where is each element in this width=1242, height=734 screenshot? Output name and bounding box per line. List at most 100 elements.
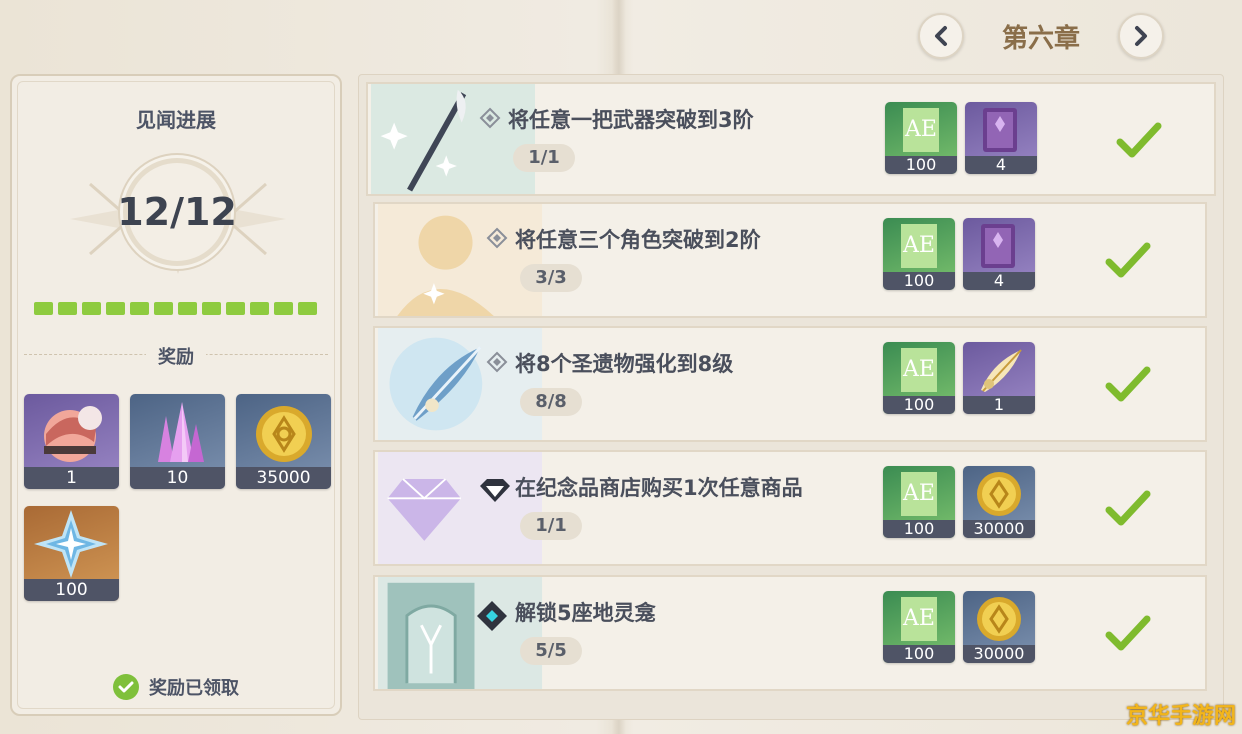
diamond-bullet-icon — [486, 351, 508, 373]
svg-text:AE: AE — [902, 481, 935, 506]
crystal-icon — [158, 402, 204, 462]
reward-qty: 35000 — [236, 467, 331, 489]
checkmark-icon — [1116, 122, 1162, 158]
artifact-feather-banner — [377, 328, 543, 440]
task-progress: 5/5 — [520, 637, 582, 665]
adventure-exp-icon: AE — [901, 348, 937, 392]
progress-segment — [154, 302, 173, 315]
adventure-exp-icon: AE — [903, 108, 939, 152]
reward-qty: 30000 — [963, 645, 1035, 663]
gem-bullet-icon — [480, 479, 510, 502]
reward-qty: 4 — [965, 156, 1037, 174]
chevron-right-icon — [1135, 26, 1147, 46]
svg-text:AE: AE — [902, 357, 935, 382]
reward-qty: 100 — [883, 520, 955, 538]
hero-wit-book-icon — [981, 224, 1015, 268]
task-row[interactable]: 将任意三个角色突破到2阶 3/3 AE 100 4 — [373, 202, 1207, 318]
progress-segment — [274, 302, 293, 315]
reward-qty: 100 — [883, 272, 955, 290]
task-reward[interactable]: 30000 — [963, 591, 1035, 663]
rewards-label: 奖励 — [146, 347, 206, 368]
checkmark-icon — [1105, 490, 1151, 526]
progress-segment — [298, 302, 317, 315]
progress-segment — [202, 302, 221, 315]
task-reward[interactable]: 30000 — [963, 466, 1035, 538]
adventure-exp-icon: AE — [901, 224, 937, 268]
checkmark-icon — [1105, 366, 1151, 402]
mora-coin-icon — [256, 406, 312, 462]
task-reward[interactable]: 1 — [963, 342, 1035, 414]
adventure-exp-icon: AE — [901, 472, 937, 516]
svg-text:AE: AE — [904, 117, 937, 142]
reward-qty: 100 — [883, 396, 955, 414]
primogem-icon — [34, 510, 108, 578]
task-row[interactable]: 解锁5座地灵龛 5/5 AE 100 30000 — [373, 575, 1207, 691]
task-reward[interactable]: AE 100 — [883, 591, 955, 663]
task-description: 解锁5座地灵龛 — [515, 601, 656, 625]
task-description: 将8个圣遗物强化到8级 — [515, 352, 734, 376]
chevron-left-icon — [935, 26, 947, 46]
task-row[interactable]: 将8个圣遗物强化到8级 8/8 AE 100 1 — [373, 326, 1207, 442]
progress-segment — [82, 302, 101, 315]
progress-segment — [34, 302, 53, 315]
task-description: 将任意三个角色突破到2阶 — [515, 228, 761, 252]
reward-qty: 30000 — [963, 520, 1035, 538]
next-chapter-button[interactable] — [1118, 13, 1164, 59]
reward-item[interactable]: 100 — [24, 506, 119, 601]
adventure-exp-icon: AE — [901, 597, 937, 641]
diamond-bullet-icon — [479, 107, 501, 129]
progress-bar — [34, 302, 317, 315]
reward-qty: 100 — [24, 579, 119, 601]
weapon-staff-banner — [370, 84, 536, 194]
hero-wit-book-icon — [983, 108, 1017, 152]
reward-qty: 100 — [883, 645, 955, 663]
checkmark-icon — [1105, 242, 1151, 278]
progress-segment — [130, 302, 149, 315]
shrine-banner — [377, 577, 543, 689]
reward-qty: 4 — [963, 272, 1035, 290]
reward-item[interactable]: 10 — [130, 394, 225, 489]
progress-count: 12/12 — [117, 158, 237, 266]
task-reward[interactable]: 4 — [963, 218, 1035, 290]
svg-text:AE: AE — [902, 233, 935, 258]
reward-item[interactable]: 1 — [24, 394, 119, 489]
task-progress: 1/1 — [520, 512, 582, 540]
character-silhouette-banner — [377, 204, 543, 316]
task-reward[interactable]: 4 — [965, 102, 1037, 174]
task-reward[interactable]: AE 100 — [883, 218, 955, 290]
reward-qty: 10 — [130, 467, 225, 489]
task-description: 将任意一把武器突破到3阶 — [508, 108, 754, 132]
progress-panel: 见闻进展 12/12 奖励 1 10 35000 100 奖励已领取 — [10, 74, 342, 716]
checkmark-icon — [1105, 615, 1151, 651]
reward-qty: 1 — [963, 396, 1035, 414]
artifact-feather-icon — [981, 349, 1022, 392]
progress-segment — [178, 302, 197, 315]
task-row[interactable]: 将任意一把武器突破到3阶 1/1 AE 100 4 — [366, 82, 1216, 196]
mora-coin-icon — [977, 597, 1021, 641]
progress-title: 见闻进展 — [136, 108, 216, 132]
gem-banner — [377, 452, 543, 564]
task-reward[interactable]: AE 100 — [883, 342, 955, 414]
prev-chapter-button[interactable] — [918, 13, 964, 59]
progress-segment — [58, 302, 77, 315]
task-reward[interactable]: AE 100 — [885, 102, 957, 174]
progress-segment — [106, 302, 125, 315]
rewards-claimed-status: 奖励已领取 — [12, 674, 340, 700]
shrine-bullet-icon — [477, 601, 507, 631]
watermark: 京华手游网 — [1125, 704, 1236, 729]
progress-segment — [226, 302, 245, 315]
task-description: 在纪念品商店购买1次任意商品 — [515, 476, 803, 500]
task-progress: 3/3 — [520, 264, 582, 292]
check-circle-icon — [113, 674, 139, 700]
task-row[interactable]: 在纪念品商店购买1次任意商品 1/1 AE 100 30000 — [373, 450, 1207, 566]
reward-qty: 1 — [24, 467, 119, 489]
diamond-bullet-icon — [486, 227, 508, 249]
progress-segment — [250, 302, 269, 315]
reward-item[interactable]: 35000 — [236, 394, 331, 489]
reward-qty: 100 — [885, 156, 957, 174]
task-progress: 1/1 — [513, 144, 575, 172]
chapter-title: 第六章 — [1001, 24, 1080, 54]
mora-coin-icon — [977, 472, 1021, 516]
character-namecard-icon — [44, 406, 102, 462]
task-reward[interactable]: AE 100 — [883, 466, 955, 538]
